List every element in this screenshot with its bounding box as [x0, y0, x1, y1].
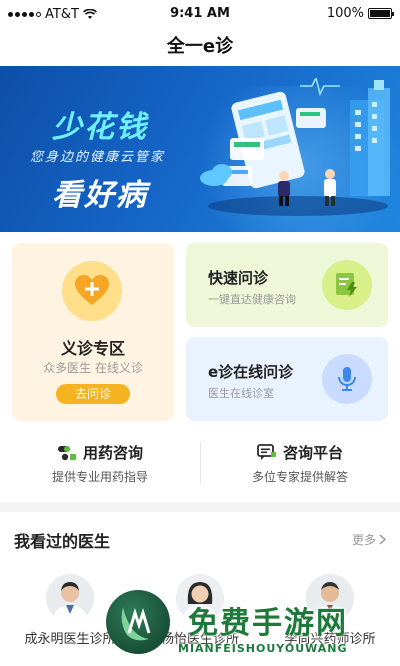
medication-consult-header: 用药咨询 [0, 442, 200, 463]
hospital-building-icon [350, 80, 390, 196]
free-consult-title: 义诊专区 [60, 339, 125, 358]
battery-status: 100% [326, 6, 394, 21]
medication-consult-entry[interactable]: 用药咨询 提供专业用药指导 [0, 440, 200, 490]
banner-headline-2: 看好病 [52, 178, 148, 213]
banner-illustration [200, 78, 390, 216]
online-consult-subtitle: 医生在线诊室 [208, 387, 274, 400]
microphone-icon [322, 354, 372, 404]
medication-consult-title: 用药咨询 [82, 444, 143, 462]
online-consult-card[interactable]: e诊在线问诊 医生在线诊室 [186, 337, 388, 421]
battery-percent: 100% [326, 6, 364, 21]
consult-platform-title: 咨询平台 [282, 444, 343, 462]
promo-banner[interactable]: 少花钱 您身边的健康云管家 看好病 [0, 66, 400, 232]
watermark-subtext: MIANFEISHOUYOUWANG [178, 642, 348, 655]
online-consult-title: e诊在线问诊 [208, 363, 294, 381]
quick-consult-title: 快速问诊 [208, 269, 269, 287]
recent-doctors-title: 我看过的医生 [14, 532, 111, 551]
go-consult-button[interactable]: 去问诊 [56, 384, 130, 404]
consult-platform-entry[interactable]: 咨询平台 多位专家提供解答 [200, 440, 400, 490]
quick-form-icon [322, 260, 372, 310]
section-separator [0, 502, 400, 512]
page-title: 全一e诊 [166, 36, 234, 57]
status-bar: AT&T 9:41 AM 100% [0, 0, 400, 28]
pill-icon [57, 445, 76, 460]
chevron-right-icon [379, 534, 386, 545]
battery-icon [368, 8, 394, 19]
heart-plus-icon [62, 261, 122, 321]
banner-tagline: 您身边的健康云管家 [30, 150, 166, 165]
more-label: 更多 [351, 533, 376, 547]
heartbeat-line-icon [300, 78, 340, 97]
site-watermark: 免费手游网 MIANFEISHOUYOUWANG [106, 590, 400, 666]
free-consult-card[interactable]: 义诊专区 众多医生 在线义诊 去问诊 [12, 243, 174, 421]
avatar [46, 574, 94, 622]
chat-icon [257, 443, 276, 460]
banner-headline-1: 少花钱 [52, 110, 148, 145]
consult-platform-header: 咨询平台 [200, 442, 400, 463]
consult-platform-subtitle: 多位专家提供解答 [251, 470, 348, 484]
more-link[interactable]: 更多 [352, 531, 386, 548]
medication-consult-subtitle: 提供专业用药指导 [51, 470, 148, 484]
free-consult-subtitle: 众多医生 在线义诊 [43, 361, 143, 375]
quick-consult-card[interactable]: 快速问诊 一键直达健康咨询 [186, 243, 388, 327]
watermark-text: 免费手游网 [188, 606, 348, 641]
watermark-logo-icon [106, 590, 170, 654]
quick-consult-subtitle: 一键直达健康咨询 [208, 293, 296, 306]
